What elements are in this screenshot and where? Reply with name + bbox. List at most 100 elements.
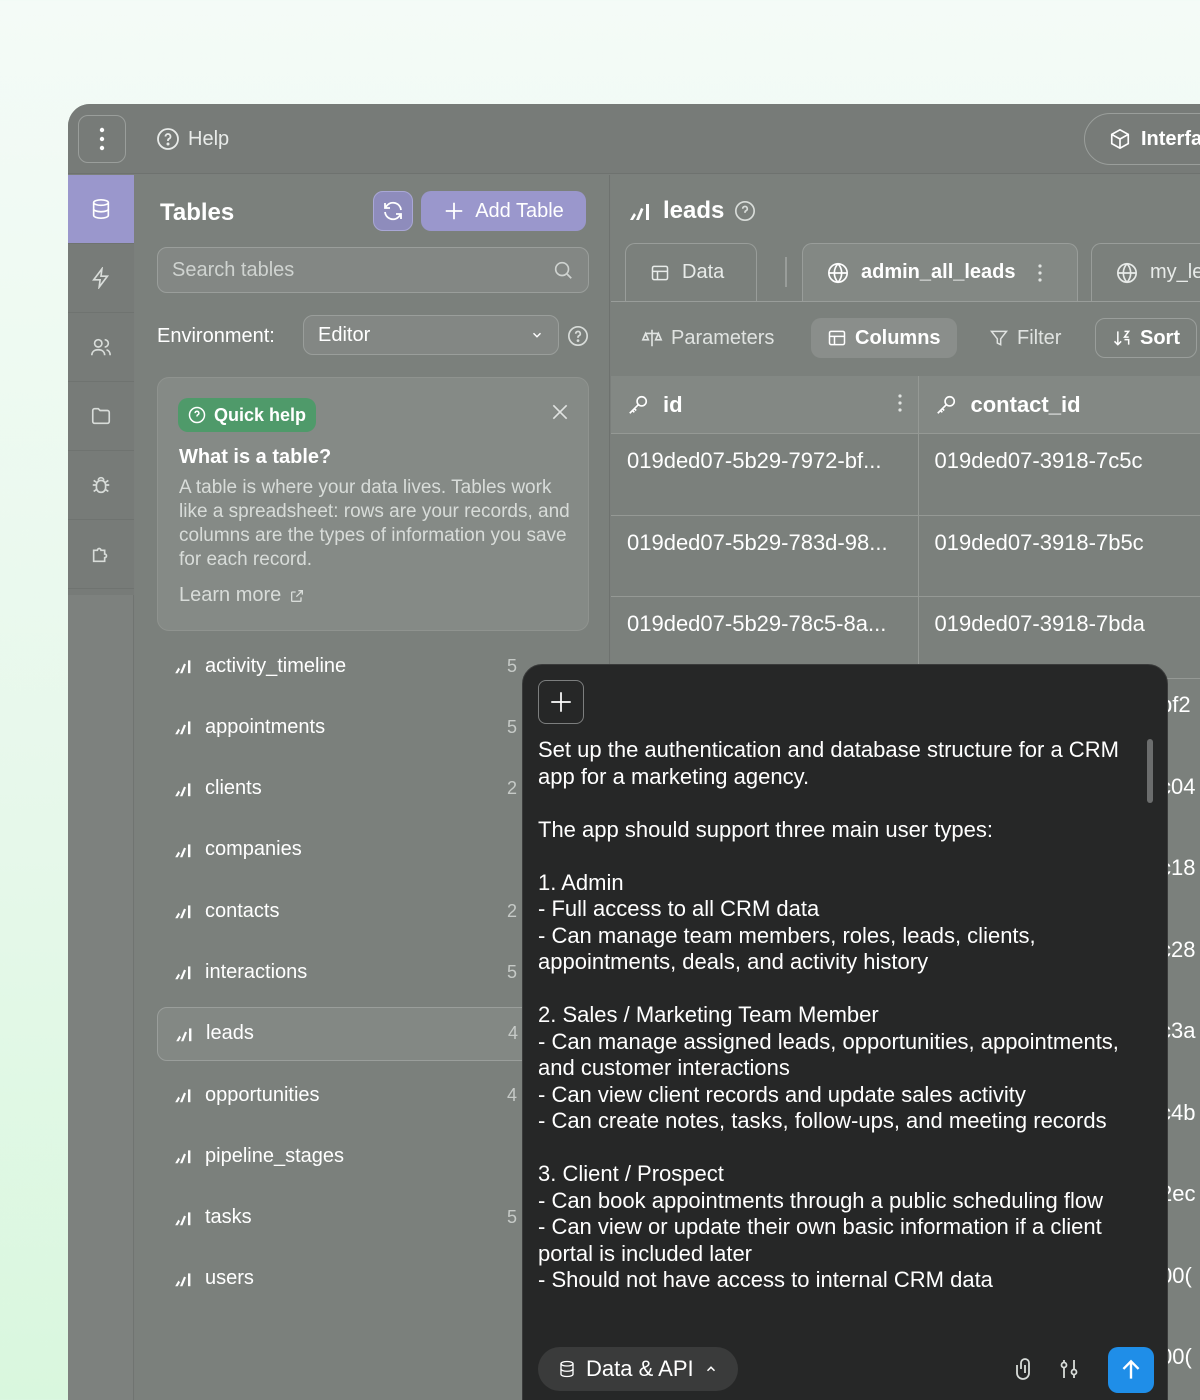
filter-icon [989,330,1009,346]
column-header-label: contact_id [970,391,1081,417]
cube-icon [1110,128,1130,150]
column-header-contact-id[interactable]: contact_id [919,376,1200,433]
help-circle-icon [735,201,756,221]
parameters-button[interactable]: Parameters [625,318,790,358]
rail-debug[interactable] [68,451,134,520]
settings-button[interactable] [1057,1355,1081,1388]
help-link[interactable]: Help [156,126,229,152]
key-icon [936,395,955,414]
environment-select[interactable]: Editor [303,315,559,355]
folder-icon [91,407,111,425]
column-header-id[interactable]: id [611,376,919,433]
table-row[interactable]: 019ded07-5b29-7972-bf... 019ded07-3918-7c… [611,434,1200,516]
data-api-button[interactable]: Data & API [538,1347,738,1391]
rail-files[interactable] [68,382,134,451]
help-circle-icon [568,326,588,346]
columns-button[interactable]: Columns [811,318,957,358]
cell-id[interactable]: 019ded07-5b29-783d-98... [611,515,919,596]
table-chart-icon [175,1089,191,1103]
table-item-label: clients [205,777,262,800]
rail-users[interactable] [68,313,134,382]
refresh-button[interactable] [373,191,413,231]
quick-help-badge: Quick help [178,398,317,432]
attach-button[interactable] [1013,1355,1037,1388]
tab-data[interactable]: Data [625,243,757,301]
table-item-count: 4 [508,1023,519,1044]
table-chart-icon [630,204,649,220]
sort-icon [1113,330,1131,346]
table-chart-icon [175,966,191,980]
learn-more-link[interactable]: Learn more [179,584,305,607]
database-icon [92,199,110,219]
new-chat-button[interactable] [538,680,584,724]
table-item-label: interactions [205,960,308,983]
filter-button[interactable]: Filter [973,318,1077,358]
search-input[interactable] [172,258,552,282]
sliders-icon [1060,1360,1078,1378]
quick-help-body: A table is where your data lives. Tables… [179,477,570,570]
table-item-count: 2 [507,778,518,799]
tab-label: Data [682,261,725,283]
table-item-label: leads [206,1022,254,1045]
table-item-count: 4 [507,1084,518,1105]
cell-contact-id[interactable]: 019ded07-3918-7b5c [919,516,1200,597]
quick-help-title: What is a table? [179,446,332,468]
send-button[interactable] [1108,1347,1154,1393]
add-table-button[interactable]: Add Table [421,191,586,231]
table-item-count: 2 [507,900,518,921]
table-item-label: companies [205,838,302,861]
tab-separator [785,257,787,287]
table-item-label: opportunities [205,1083,320,1106]
rail-background [68,595,134,1400]
vertical-dots-icon [1037,263,1042,282]
table-chart-icon [175,660,191,674]
prompt-textarea[interactable]: Set up the authentication and database s… [538,737,1138,1347]
table-chart-icon [175,721,191,735]
columns-label: Columns [855,326,941,349]
plus-icon [445,202,463,220]
refresh-icon [384,201,402,221]
search-tables[interactable] [157,247,589,293]
table-chart-icon [176,1028,192,1041]
quick-help-close-button[interactable] [550,402,570,427]
learn-more-label: Learn more [179,584,282,606]
help-circle-icon [188,406,206,424]
interface-button[interactable]: Interfa [1084,113,1200,165]
vertical-dots-icon [99,127,105,151]
sort-button[interactable]: Sort [1095,318,1197,358]
data-api-label: Data & API [586,1356,694,1381]
key-icon [629,395,648,414]
more-menu-button[interactable] [78,115,126,163]
paperclip-icon [1016,1358,1030,1380]
filter-label: Filter [1017,326,1062,349]
environment-label: Environment: [157,325,275,347]
bug-icon [92,476,110,494]
globe-icon [828,262,848,283]
rail-database[interactable] [68,175,134,244]
sort-label: Sort [1140,326,1180,349]
cell-id[interactable]: 019ded07-5b29-7972-bf... [611,434,919,515]
rail-automations[interactable] [68,244,134,313]
table-header: leads [629,197,756,225]
columns-icon [828,330,846,346]
help-label: Help [188,127,230,150]
cell-contact-id[interactable]: 019ded07-3918-7c5c [919,434,1200,515]
table-chart-icon [175,905,191,919]
help-circle-icon [157,128,179,150]
globe-icon [1117,262,1137,283]
table-item-count: 5 [507,655,518,676]
table-chart-icon [175,782,191,796]
table-item-label: contacts [205,899,280,922]
table-row[interactable]: 019ded07-5b29-783d-98... 019ded07-3918-7b… [611,515,1200,597]
table-title: leads [663,197,725,224]
environment-help[interactable] [567,325,589,352]
chevron-down-icon [533,332,541,338]
chat-scrollbar[interactable] [1147,739,1153,803]
grid-rows: 019ded07-5b29-7972-bf... 019ded07-3918-7c… [611,434,1200,679]
lightning-icon [92,267,110,289]
tab-admin-all-leads[interactable]: admin_all_leads [802,243,1078,301]
table-chart-icon [175,1273,191,1287]
rail-integrations[interactable] [68,520,134,589]
tab-my-leads[interactable]: my_lea [1091,243,1200,301]
table-item-label: pipeline_stages [205,1144,344,1167]
